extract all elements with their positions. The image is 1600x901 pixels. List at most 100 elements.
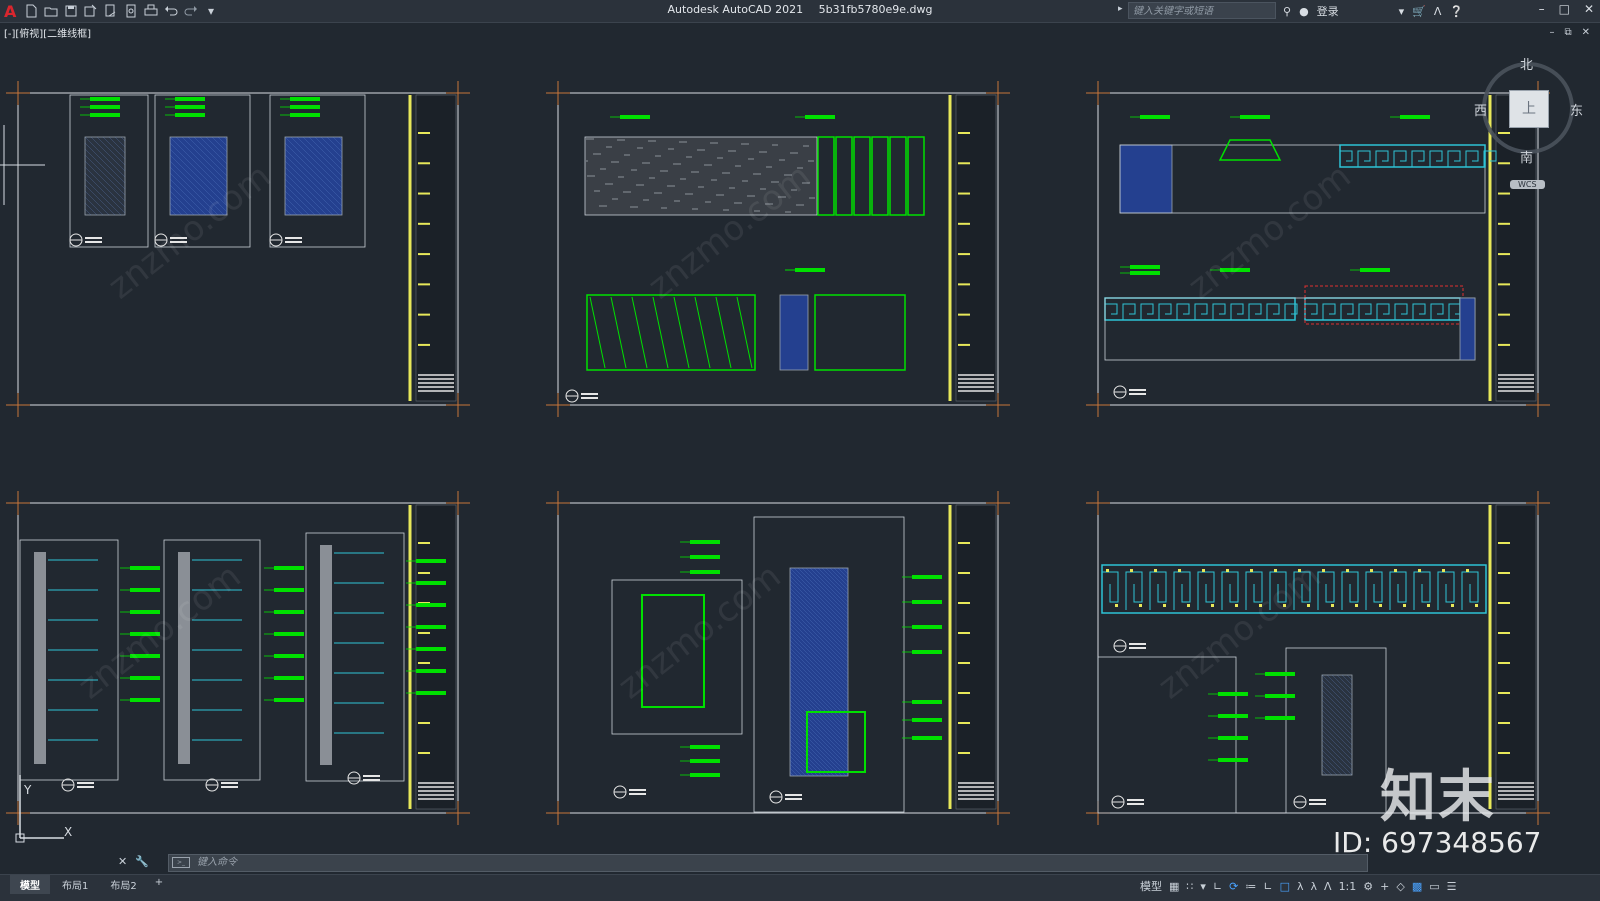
snap-icon[interactable]: ∷ [1186,880,1193,893]
help-icon[interactable]: ❔ [1449,5,1463,18]
isodraft-icon[interactable]: ≔ [1245,880,1256,893]
annotation-tag [912,718,942,722]
object-snap-tracking-icon[interactable]: ∟ [1263,880,1272,893]
publish-icon[interactable] [104,4,118,18]
annotation-tag [290,97,320,101]
watermark-site-text: znzmo.com [71,556,249,707]
annotation-tag [416,669,446,673]
annotation-tag [274,566,304,570]
object-snap-icon[interactable]: □ [1280,880,1290,893]
model-space-button[interactable]: 模型 [1140,878,1162,894]
command-input[interactable]: 键入命令 [168,854,1368,872]
clean-screen-icon[interactable]: ▭ [1429,880,1439,893]
hardware-acceleration-icon[interactable]: ▩ [1412,880,1422,893]
open-icon[interactable] [44,4,58,18]
annotation-tag [1130,265,1160,269]
viewcube-top-face[interactable]: 上 [1509,90,1549,128]
annotation-tag [290,113,320,117]
customization-menu-icon[interactable]: ☰ [1447,880,1457,893]
annotation-monitor-icon[interactable]: + [1380,880,1389,893]
application-menu-button[interactable]: A [4,2,18,21]
annotation-tag [130,566,160,570]
annotation-tag [1360,268,1390,272]
user-icon[interactable]: ● [1299,5,1309,18]
search-input[interactable]: 键入关键字或短语 [1128,2,1276,19]
isolate-objects-icon[interactable]: ◇ [1396,880,1404,893]
drawing-sheet[interactable] [546,81,1010,417]
auto-scale-icon[interactable]: λ [1311,880,1318,893]
viewcube-north[interactable]: 北 [1520,54,1533,73]
plot-preview-icon[interactable] [124,4,138,18]
maximize-icon[interactable]: □ [1559,2,1570,16]
login-dropdown-icon[interactable]: ▾ [1399,5,1405,18]
undo-icon[interactable] [164,4,178,18]
doc-minimize-icon[interactable]: – [1549,27,1554,38]
viewcube-east[interactable]: 东 [1570,100,1583,119]
hatch-fill [1119,144,1173,214]
grid-icon[interactable]: ▦ [1169,880,1179,893]
viewcube-west[interactable]: 西 [1474,100,1487,119]
minimize-icon[interactable]: – [1539,2,1545,16]
doc-close-icon[interactable]: ✕ [1582,27,1590,38]
command-customize-icon[interactable]: 🔧 [135,855,149,868]
annotation-tag [1218,736,1248,740]
workspace-gear-icon[interactable]: ⚙ [1363,880,1373,893]
annotation-visibility-icon[interactable]: λ [1297,880,1304,893]
customize-icon[interactable]: ▾ [204,4,218,18]
search-expand-icon[interactable]: ▸ [1118,4,1123,14]
annotation-tag [1130,271,1160,275]
drawing-canvas[interactable]: znzmo.com znzmo.com znzmo.comznzmo.com znzm… [0,40,1600,852]
annotation-tag [912,650,942,654]
close-icon[interactable]: ✕ [1584,2,1594,16]
annotation-tag [1218,714,1248,718]
save-icon[interactable] [64,4,78,18]
doc-restore-icon[interactable]: ⧉ [1564,27,1571,38]
annotation-tag [1140,115,1170,119]
annotation-tag [1265,672,1295,676]
ortho-icon[interactable]: ∟ [1213,880,1222,893]
hatch-fill [1459,297,1476,361]
wcs-menu-button[interactable]: WCS [1510,180,1545,189]
hatch-fill [284,136,343,216]
annotation-tag [416,647,446,651]
annotation-tag [90,105,120,109]
redo-icon[interactable] [184,4,198,18]
lattice-pattern [1304,297,1462,321]
autodesk-a360-icon[interactable]: Λ [1434,5,1442,18]
viewport-controls-label[interactable]: [-][俯视][二维线框] [4,25,91,40]
tab-model[interactable]: 模型 [10,875,50,894]
annotation-scale-value[interactable]: 1:1 [1339,880,1357,893]
annotation-tag [416,625,446,629]
polar-tracking-icon[interactable]: ⟳ [1229,880,1238,893]
annotation-tag [690,570,720,574]
annotation-tag [90,97,120,101]
snap-dropdown-icon[interactable]: ▾ [1200,880,1206,893]
annotation-scale-icon[interactable]: Λ [1324,880,1332,893]
tab-layout2[interactable]: 布局2 [100,875,146,894]
annotation-tag [912,600,942,604]
command-history-icon[interactable]: >_ [172,857,190,868]
add-layout-icon[interactable]: + [149,875,169,894]
viewcube[interactable]: 北 西 东 南 上 WCS [1460,52,1590,202]
annotation-tag [1240,115,1270,119]
status-toolbar: 模型 ▦ ∷ ▾ ∟ ⟳ ≔ ∟ □ λ λ Λ 1:1 ⚙ + ◇ ▩ ▭ ☰ [1140,878,1457,894]
drawing-sheet[interactable] [6,81,470,417]
search-icon[interactable]: ⚲ [1283,5,1291,18]
login-button[interactable]: 登录 [1317,3,1339,19]
watermark-site-text: znzmo.com [1181,156,1359,307]
new-icon[interactable] [24,4,38,18]
tab-layout1[interactable]: 布局1 [52,875,98,894]
annotation-tag [416,559,446,563]
cart-icon[interactable]: 🛒 [1412,5,1426,18]
drawing-sheet[interactable] [546,491,1010,825]
annotation-tag [175,113,205,117]
viewcube-south[interactable]: 南 [1520,147,1533,166]
annotation-tag [130,588,160,592]
annotation-tag [416,581,446,585]
command-close-icon[interactable]: ✕ [118,855,127,868]
print-icon[interactable] [144,4,158,18]
save-as-icon[interactable] [84,4,98,18]
watermark-diagonal-text: znzmo.com znzmo.com znzmo.comznzmo.com znzm… [71,156,1359,707]
hatch-fill [779,294,809,371]
annotation-tag [912,625,942,629]
